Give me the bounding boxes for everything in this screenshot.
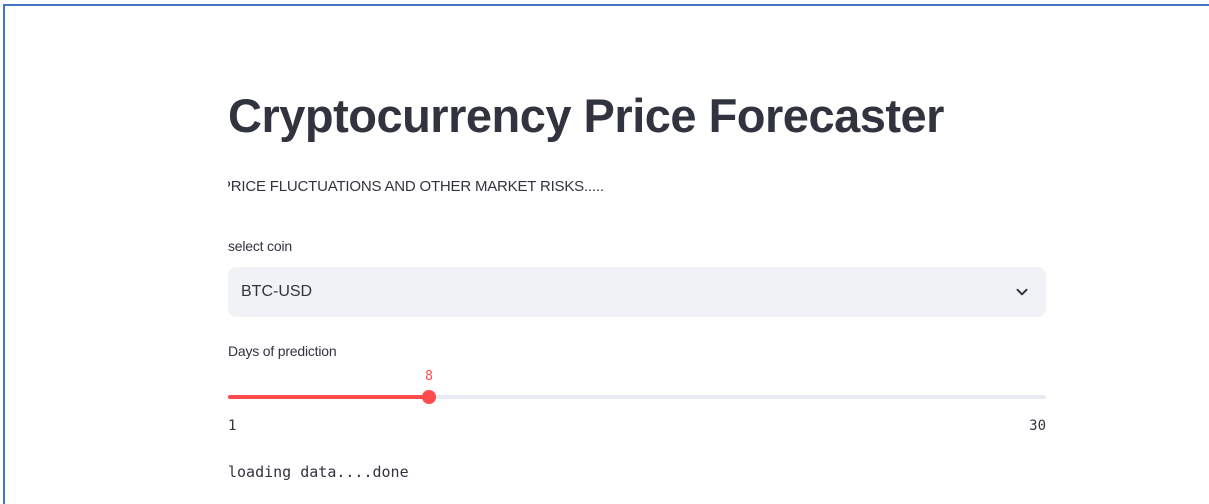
days-slider-label: Days of prediction: [228, 343, 337, 359]
slider-fill: [228, 395, 430, 399]
marquee: PRICE FLUCTUATIONS AND OTHER MARKET RISK…: [228, 178, 1046, 200]
page-title: Cryptocurrency Price Forecaster: [228, 89, 944, 142]
slider-current-value: 8: [425, 369, 433, 384]
slider-thumb[interactable]: [422, 390, 437, 404]
slider-max-label: 30: [1029, 418, 1046, 434]
coin-select-value: BTC-USD: [241, 283, 313, 300]
chevron-down-icon: [1016, 288, 1028, 296]
slider-min-label: 1: [228, 418, 237, 434]
coin-select-label: select coin: [228, 238, 292, 254]
days-slider[interactable]: 8 1 30: [228, 366, 1046, 436]
status-text: loading data....done: [228, 463, 409, 481]
coin-select[interactable]: BTC-USD: [228, 267, 1046, 317]
marquee-text: PRICE FLUCTUATIONS AND OTHER MARKET RISK…: [228, 178, 604, 195]
